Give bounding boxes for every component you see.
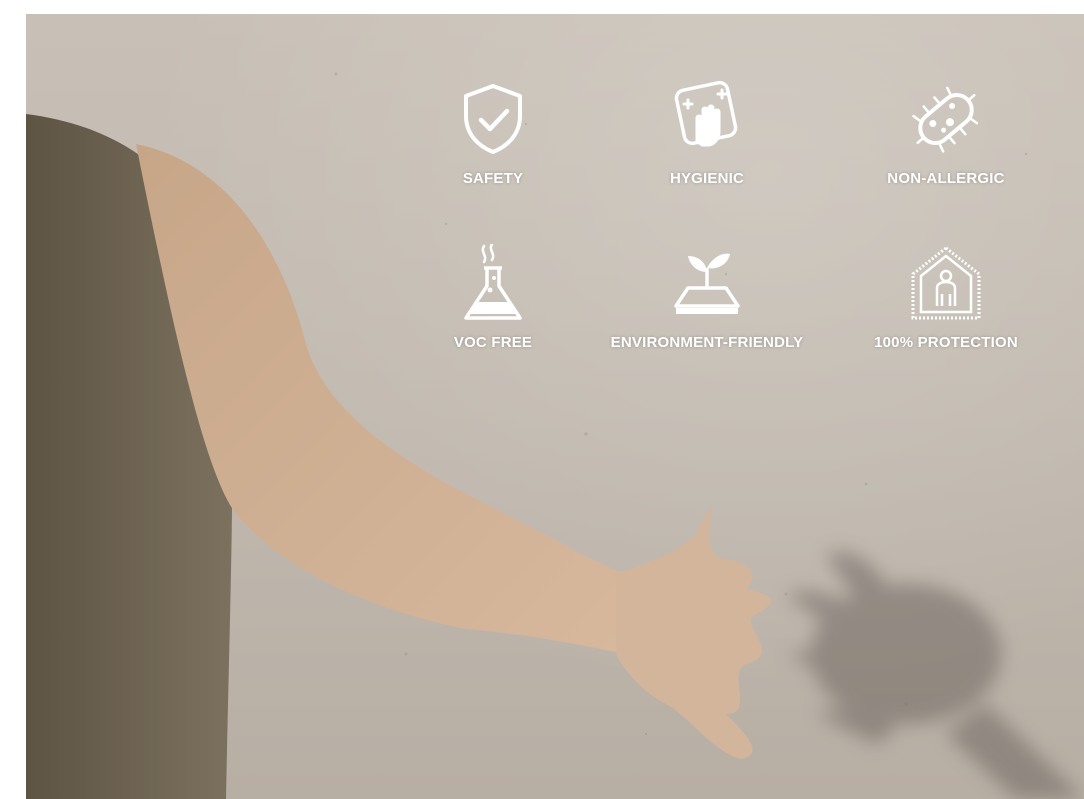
hand: [616, 507, 772, 759]
hand-shadow: [786, 552, 1084, 799]
background-photo: [26, 14, 1084, 799]
arm-reaching-scene: [26, 72, 1084, 799]
